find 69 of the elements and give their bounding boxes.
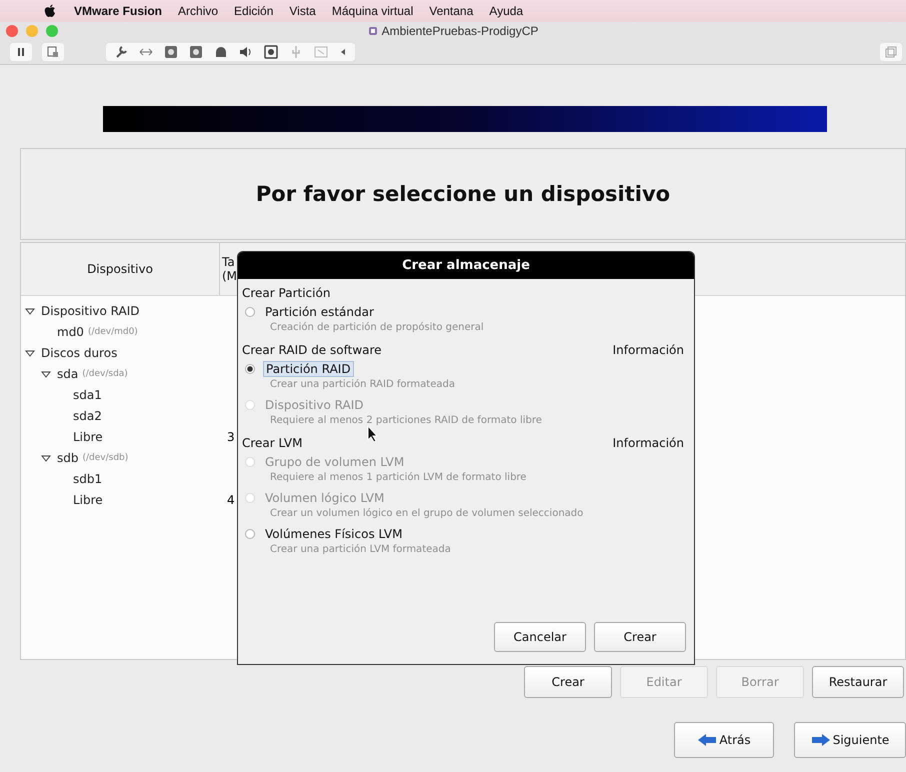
option-description: Requiere al menos 1 partición LVM de formato libre (269, 472, 528, 485)
device-path: (/dev/sdb) (82, 452, 128, 462)
device-path: (/dev/md0) (88, 326, 138, 336)
tree-item[interactable]: sda2 (73, 408, 102, 422)
cursor-icon (367, 425, 379, 443)
wrench-icon[interactable] (114, 45, 128, 59)
collapse-icon[interactable] (41, 368, 51, 378)
snapshot-icon (47, 46, 59, 58)
option-label[interactable]: Partición RAID (263, 361, 354, 377)
next-button[interactable]: Siguiente (794, 722, 906, 758)
collapse-icon[interactable] (41, 452, 51, 462)
info-label: Información (612, 436, 684, 450)
option-description: Crear un volumen lógico en el grupo de volumen seleccionado (269, 508, 584, 521)
radio-button[interactable] (245, 529, 255, 539)
menu-item[interactable]: Máquina virtual (332, 4, 414, 18)
button[interactable]: Crear (524, 666, 612, 698)
button[interactable]: Crear (594, 622, 686, 652)
table-cell: 3 (227, 430, 235, 444)
tree-item[interactable]: sda1 (73, 388, 102, 402)
tree-item[interactable]: md0 (57, 324, 84, 338)
radio-button[interactable] (245, 364, 255, 374)
menu-item[interactable]: Archivo (178, 4, 218, 18)
option-label[interactable]: Volúmenes Físicos LVM (263, 527, 404, 541)
apple-logo-icon[interactable] (44, 4, 56, 18)
column-header[interactable]: Ta (M (220, 243, 238, 295)
tree-item[interactable]: Libre (73, 430, 103, 444)
pause-button[interactable] (10, 43, 32, 61)
dialog-title: Crear almacenaje (238, 252, 694, 279)
info-label: Información (612, 342, 684, 356)
collapse-icon[interactable] (25, 348, 35, 358)
windows-icon (885, 46, 897, 58)
pause-icon (16, 47, 26, 57)
option-description: Creación de partición de propósito general (269, 322, 485, 335)
option-label[interactable]: Partición estándar (263, 305, 376, 319)
option-description: Crear una partición RAID formateada (269, 379, 456, 392)
arrow-icon (810, 733, 831, 747)
arrow-icon (697, 733, 718, 747)
tree-item[interactable]: Libre (73, 492, 103, 506)
vm-icon (368, 26, 378, 36)
tree-item[interactable]: sdb (57, 450, 78, 464)
button[interactable]: Restaurar (812, 666, 904, 698)
tree-item[interactable]: Dispositivo RAID (41, 304, 140, 318)
tree-item[interactable]: Discos duros (41, 346, 118, 360)
table-cell: 4 (227, 492, 235, 506)
section-label: Crear LVM (242, 436, 302, 450)
close-button[interactable] (6, 25, 18, 37)
menu-item[interactable]: Ventana (429, 4, 474, 18)
menu-item[interactable]: Vista (289, 4, 316, 18)
button[interactable]: Cancelar (494, 622, 586, 652)
option-description: Crear una partición LVM formateada (269, 544, 452, 557)
tree-item[interactable]: sdb1 (73, 472, 102, 486)
drive-icon[interactable] (214, 45, 228, 59)
back-button[interactable]: Atrás (674, 722, 774, 758)
tree-item[interactable]: sda (57, 366, 78, 380)
section-label: Crear RAID de software (242, 342, 382, 356)
option-description: Requiere al menos 2 particiones RAID de formato libre (269, 415, 543, 428)
collapse-icon[interactable] (25, 306, 35, 316)
menu-item[interactable]: Edición (234, 4, 274, 18)
speaker-icon[interactable] (239, 45, 253, 59)
menu-item[interactable]: VMware Fusion (74, 4, 162, 18)
menu-item[interactable]: Ayuda (489, 4, 524, 18)
window-title: AmbientePruebas-ProdigyCP (382, 24, 538, 38)
section-label: Crear Partición (242, 286, 330, 300)
snapshot-button[interactable] (42, 43, 64, 61)
radio-button[interactable] (245, 307, 255, 317)
column-header[interactable]: Dispositivo (21, 243, 220, 295)
heading: Por favor seleccione un dispositivo (256, 182, 670, 206)
device-path: (/dev/sda) (82, 368, 128, 378)
camera-icon[interactable] (264, 45, 278, 59)
